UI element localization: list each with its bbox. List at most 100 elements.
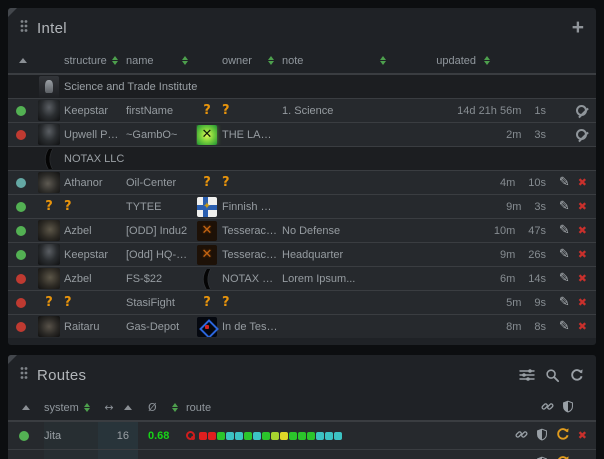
refresh-icon[interactable] [556,455,570,459]
intel-table-row[interactable]: AthanorOil-Center??4m10s✎✖ [8,170,596,194]
refresh-icon[interactable] [556,427,570,444]
header-owner[interactable]: owner [222,48,282,73]
structure-cell: Keepstar [64,105,126,117]
delete-icon[interactable]: ✖ [578,224,587,237]
edit-icon[interactable]: ✎ [559,271,570,286]
header-sort-status[interactable] [8,395,44,420]
intel-table-row[interactable]: AzbelFS-$22(NOTAX LLCLorem Ipsum...6m14s… [8,266,596,290]
header-system[interactable]: system [44,395,98,420]
updated-main: 9m [500,249,515,261]
edit-icon[interactable]: ✎ [559,223,570,238]
status-dot-green [16,202,26,212]
route-jump-green [262,432,270,440]
delete-icon[interactable]: ✖ [578,296,587,309]
updated-seconds: 26s [528,249,546,261]
intel-table-row[interactable]: RaitaruGas-DepotIn de Tesch8m8s✎✖ [8,314,596,338]
name-cell: Oil-Center [126,177,196,189]
route-cell [186,431,516,440]
updated-seconds: 8s [534,321,546,333]
raitaru-thumb-icon [38,316,60,337]
lasta-logo-icon: ✕ [197,125,217,145]
group-label: NOTAX LLC [64,153,596,165]
panel-title: Routes [37,367,86,384]
owner-icon-cell: ✕ [196,245,222,265]
route-jump-lightgreen [271,432,279,440]
routes-table-row[interactable]: Jita160.68✖ [8,421,596,449]
actions-cell: ✎✖ [550,271,596,286]
edit-icon[interactable]: ✎ [559,199,570,214]
header-note[interactable]: note [282,48,394,73]
structure-icon-cell [38,220,64,241]
search-icon[interactable] [545,368,560,383]
structure-cell: ? [64,199,126,214]
updated-main: 6m [500,273,515,285]
header-name[interactable]: name [126,48,196,73]
header-updated[interactable]: updated [394,48,550,73]
delete-icon[interactable]: ✖ [578,429,587,442]
header-route-icons [516,395,596,420]
edit-icon[interactable]: ✎ [559,175,570,190]
corp-sti-logo-icon [39,76,59,98]
edit-icon[interactable]: ✎ [559,319,570,334]
intel-panel: Intel + structure name owner note update… [8,8,596,345]
owner-cell: NOTAX LLC [222,273,282,285]
sort-asc-icon [124,405,132,410]
header-sort-status[interactable] [8,48,38,73]
crescent-logo-icon: ( [197,269,217,289]
edit-icon[interactable]: ✎ [559,247,570,262]
header-route[interactable]: route [186,395,516,420]
link-icon[interactable] [515,456,528,459]
ban-icon[interactable] [576,129,587,140]
edit-icon[interactable]: ✎ [559,295,570,310]
intel-table-row[interactable]: ??TYTEE✦Finnish Dee...9m3s✎✖ [8,194,596,218]
intel-group-row[interactable]: (NOTAX LLC [8,146,596,170]
intel-group-row[interactable]: Science and Trade Institute [8,74,596,98]
intel-table-row[interactable]: Keepstar[Odd] HQ-One✕Tesseract C...Headq… [8,242,596,266]
jumps-icon: ↔ [104,401,113,414]
shield-icon[interactable] [536,456,548,459]
delete-icon[interactable]: ✖ [578,200,587,213]
routes-toolbar [519,367,584,383]
status-cell [8,322,38,332]
updated-main: 2m [506,129,521,141]
system-cell[interactable]: Jita [44,422,98,449]
tesseract-logo-icon: ✕ [197,245,217,265]
note-cell: Lorem Ipsum... [282,273,394,285]
status-cell [8,298,38,308]
owner-icon-cell: ? [196,175,222,190]
shield-icon[interactable] [536,428,548,444]
intel-table-row[interactable]: Upwell Pal...~GambO~✕THE LAST A...2m3s [8,122,596,146]
add-intel-button[interactable]: + [572,18,584,38]
routes-table-row[interactable]: JU-M3W280.34✖ [8,449,596,459]
structure-icon-cell [38,316,64,337]
system-cell[interactable]: JU-M3W [44,450,98,459]
panel-fold-corner [8,355,17,364]
status-dot-green [16,250,26,260]
delete-icon[interactable]: ✖ [578,272,587,285]
actions-cell: ✎✖ [550,175,596,190]
sliders-icon[interactable] [519,367,535,383]
delete-icon[interactable]: ✖ [578,248,587,261]
refresh-icon[interactable] [570,368,584,382]
ban-icon[interactable] [576,105,587,116]
name-cell: Gas-Depot [126,321,196,333]
actions-cell: ✎✖ [550,319,596,334]
delete-icon[interactable]: ✖ [578,176,587,189]
drag-handle-icon[interactable] [20,366,28,385]
drag-handle-icon[interactable] [20,19,28,38]
intel-table-row[interactable]: Azbel[ODD] Indu2✕Tesseract C...No Defens… [8,218,596,242]
delete-icon[interactable]: ✖ [578,320,587,333]
routes-table-body: Jita160.68✖JU-M3W280.34✖ [8,421,596,459]
group-icon-cell [38,76,64,98]
name-cell: [Odd] HQ-One [126,249,196,261]
link-icon[interactable] [515,428,528,444]
header-structure[interactable]: structure [64,48,126,73]
header-jumps[interactable]: ↔ [98,395,138,420]
intel-table-row[interactable]: ??StasiFight??5m9s✎✖ [8,290,596,314]
status-dot-green [16,106,26,116]
intel-table-row[interactable]: KeepstarfirstName??1. Science14d 21h 56m… [8,98,596,122]
owner-cell: ? [222,295,282,310]
owner-icon-cell: ✕ [196,125,222,145]
status-cell [8,274,38,284]
header-security[interactable]: Ø [138,395,186,420]
